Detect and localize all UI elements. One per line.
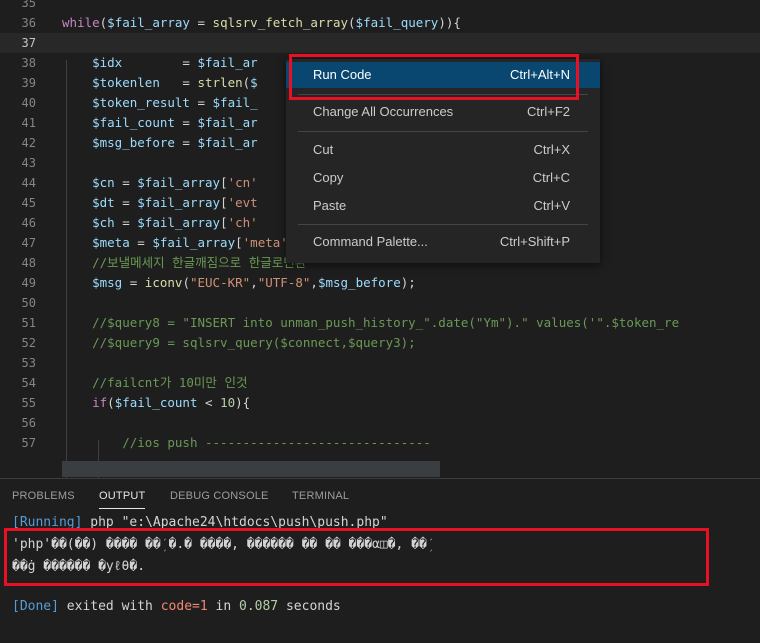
code-line[interactable]: 55 if($fail_count < 10){: [0, 393, 760, 413]
tab-problems[interactable]: PROBLEMS: [12, 490, 75, 502]
code-line[interactable]: 54 //failcnt가 10미만 인것: [0, 373, 760, 393]
menu-item-shortcut: Ctrl+C: [532, 170, 570, 185]
code-line[interactable]: 51 //$query8 = "INSERT into unman_push_h…: [0, 313, 760, 333]
menu-item-command-palette[interactable]: Command Palette... Ctrl+Shift+P: [286, 229, 600, 255]
menu-item-change-all-occurrences[interactable]: Change All Occurrences Ctrl+F2: [286, 99, 600, 125]
code-line[interactable]: 37: [0, 33, 760, 53]
code-line[interactable]: 53: [0, 353, 760, 373]
tab-debug-console[interactable]: DEBUG CONSOLE: [170, 490, 269, 502]
selection-highlight: [62, 461, 440, 477]
menu-item-shortcut: Ctrl+Shift+P: [499, 234, 570, 249]
line-number: 56: [21, 416, 36, 430]
code-text: $token_result = $fail_: [92, 95, 258, 110]
menu-item-shortcut: Ctrl+X: [533, 142, 570, 157]
code-text: //$query9 = sqlsrv_query($connect,$query…: [92, 335, 416, 350]
line-number: 52: [21, 336, 36, 350]
menu-item-shortcut: Ctrl+F2: [527, 104, 570, 119]
code-line[interactable]: 49 $msg = iconv("EUC-KR","UTF-8",$msg_be…: [0, 273, 760, 293]
code-text: $dt = $fail_array['evt: [92, 195, 258, 210]
code-text: //보낼메세지 한글깨짐으로 한글로변환: [92, 255, 307, 270]
code-line[interactable]: 35: [0, 0, 760, 13]
code-line[interactable]: 56: [0, 413, 760, 433]
callout-garbled-output: [4, 528, 709, 586]
line-number: 42: [21, 136, 36, 150]
line-number: 43: [21, 156, 36, 170]
code-text: $fail_count = $fail_ar: [92, 115, 258, 130]
code-text: while($fail_array = sqlsrv_fetch_array($…: [62, 15, 461, 30]
code-text: $cn = $fail_array['cn': [92, 175, 258, 190]
code-line[interactable]: 36 while($fail_array = sqlsrv_fetch_array…: [0, 13, 760, 33]
line-number: 35: [21, 0, 36, 10]
menu-separator: [298, 224, 588, 225]
line-number: 44: [21, 176, 36, 190]
line-number: 54: [21, 376, 36, 390]
code-text: $ch = $fail_array['ch': [92, 215, 258, 230]
exit-code: code=1: [160, 599, 208, 614]
done-text: seconds: [278, 599, 341, 614]
line-number: 53: [21, 356, 36, 370]
elapsed-time: 0.087: [239, 599, 279, 614]
menu-item-label: Paste: [313, 198, 347, 213]
code-text: if($fail_count < 10){: [92, 395, 251, 410]
done-text: in: [207, 599, 239, 614]
code-text: $msg_before = $fail_ar: [92, 135, 258, 150]
line-number: 41: [21, 116, 36, 130]
code-text: $meta = $fail_array['meta'];: [92, 235, 303, 250]
menu-item-paste[interactable]: Paste Ctrl+V: [286, 193, 600, 219]
line-number: 57: [21, 436, 36, 450]
code-line[interactable]: 52 //$query9 = sqlsrv_query($connect,$qu…: [0, 333, 760, 353]
line-number: 36: [21, 16, 36, 30]
code-text: $msg = iconv("EUC-KR","UTF-8",$msg_befor…: [92, 275, 416, 290]
menu-item-shortcut: Ctrl+V: [533, 198, 570, 213]
line-number: 37: [21, 36, 36, 50]
line-number: 38: [21, 56, 36, 70]
tab-output[interactable]: OUTPUT: [99, 490, 146, 509]
menu-item-label: Command Palette...: [313, 234, 428, 249]
line-number: 55: [21, 396, 36, 410]
code-text: //ios push -----------------------------…: [122, 435, 431, 450]
menu-item-label: Cut: [313, 142, 334, 157]
done-tag: [Done]: [12, 599, 59, 614]
menu-item-copy[interactable]: Copy Ctrl+C: [286, 165, 600, 191]
line-number: 50: [21, 296, 36, 310]
code-text: //$query8 = "INSERT into unman_push_hist…: [92, 315, 680, 330]
line-number: 45: [21, 196, 36, 210]
code-line[interactable]: 57 //ios push --------------------------…: [0, 433, 760, 453]
menu-item-label: Copy: [313, 170, 344, 185]
panel-tabs: PROBLEMS OUTPUT DEBUG CONSOLE TERMINAL: [0, 479, 760, 511]
line-number: 48: [21, 256, 36, 270]
menu-item-label: Change All Occurrences: [313, 104, 454, 119]
output-done-line: [Done] exited with code=1 in 0.087 secon…: [12, 597, 341, 617]
done-text: exited with: [58, 599, 161, 614]
code-text: $tokenlen = strlen($: [92, 75, 258, 90]
menu-item-cut[interactable]: Cut Ctrl+X: [286, 137, 600, 163]
line-number: 46: [21, 216, 36, 230]
code-text: $idx = $fail_ar: [92, 55, 258, 70]
menu-separator: [298, 131, 588, 132]
tab-terminal[interactable]: TERMINAL: [292, 490, 349, 502]
line-number: 40: [21, 96, 36, 110]
code-line[interactable]: 50: [0, 293, 760, 313]
callout-run-code: [289, 54, 579, 100]
code-text: //failcnt가 10미만 인것: [92, 375, 248, 390]
line-number: 49: [21, 276, 36, 290]
line-number: 47: [21, 236, 36, 250]
line-number: 51: [21, 316, 36, 330]
line-number: 39: [21, 76, 36, 90]
